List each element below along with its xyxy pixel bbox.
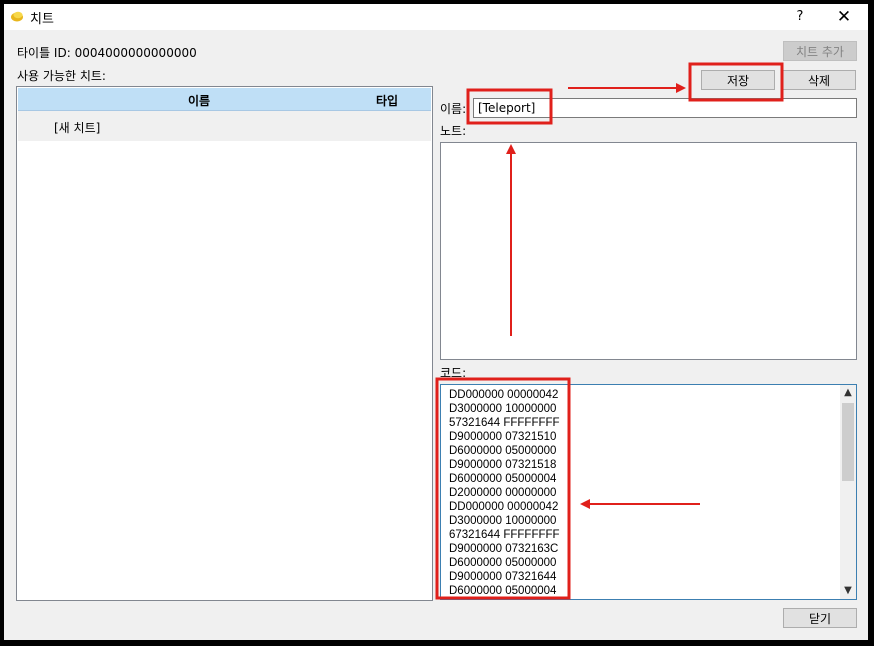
name-label: 이름:: [440, 102, 467, 116]
name-field[interactable]: [Teleport]: [473, 98, 857, 118]
code-line: D9000000 0732163C: [449, 543, 559, 555]
code-line: DD000000 00000042: [449, 501, 559, 513]
save-button[interactable]: 저장: [701, 70, 775, 90]
code-line: D3000000 10000000: [449, 515, 557, 527]
code-field[interactable]: DD000000 00000042 D3000000 10000000 5732…: [440, 384, 857, 600]
code-line: 67321644 FFFFFFFF: [449, 529, 560, 541]
code-line: D6000000 05000004: [449, 585, 557, 597]
list-item-name: [새 치트]: [54, 121, 101, 135]
code-line: D9000000 07321510: [449, 431, 557, 443]
code-line: D6000000 05000000: [449, 445, 557, 457]
code-line: D9000000 07321518: [449, 459, 557, 471]
code-line: 57321644 FFFFFFFF: [449, 417, 560, 429]
list-header: 이름 타입: [18, 88, 431, 111]
code-line: D3000000 10000000: [449, 403, 557, 415]
add-cheat-button[interactable]: 치트 추가: [783, 41, 857, 61]
code-label: 코드:: [440, 366, 467, 380]
code-line: D6000000 05000004: [449, 473, 557, 485]
scroll-down-icon[interactable]: ▼: [840, 583, 856, 599]
cheat-list[interactable]: 이름 타입 [새 치트]: [16, 86, 433, 601]
available-cheats-label: 사용 가능한 치트:: [17, 69, 106, 83]
title-id-label: 타이틀 ID: 0004000000000000: [17, 46, 197, 60]
code-line: D6000000 05000000: [449, 557, 557, 569]
code-scrollbar[interactable]: ▲ ▼: [840, 385, 856, 599]
scroll-thumb[interactable]: [842, 403, 854, 481]
column-header-type[interactable]: 타입: [376, 92, 398, 109]
close-button[interactable]: 닫기: [783, 608, 857, 628]
code-line: DD000000 00000042: [449, 389, 559, 401]
list-item[interactable]: [새 치트]: [18, 111, 431, 141]
help-button[interactable]: ?: [788, 7, 812, 27]
notes-field[interactable]: [440, 142, 857, 360]
scroll-up-icon[interactable]: ▲: [840, 385, 856, 401]
close-window-button[interactable]: ✕: [826, 5, 862, 29]
column-header-name[interactable]: 이름: [188, 92, 210, 109]
code-line: D9000000 07321644: [449, 571, 557, 583]
window-title: 치트: [30, 12, 54, 27]
cheats-dialog: 치트 ? ✕ 타이틀 ID: 0004000000000000 사용 가능한 치…: [4, 4, 868, 640]
code-line: D2000000 00000000: [449, 487, 557, 499]
code-lines: DD000000 00000042 D3000000 10000000 5732…: [449, 388, 560, 598]
delete-button[interactable]: 삭제: [782, 70, 856, 90]
notes-label: 노트:: [440, 124, 467, 138]
app-icon: [11, 11, 23, 22]
title-bar[interactable]: 치트 ? ✕: [4, 4, 868, 30]
